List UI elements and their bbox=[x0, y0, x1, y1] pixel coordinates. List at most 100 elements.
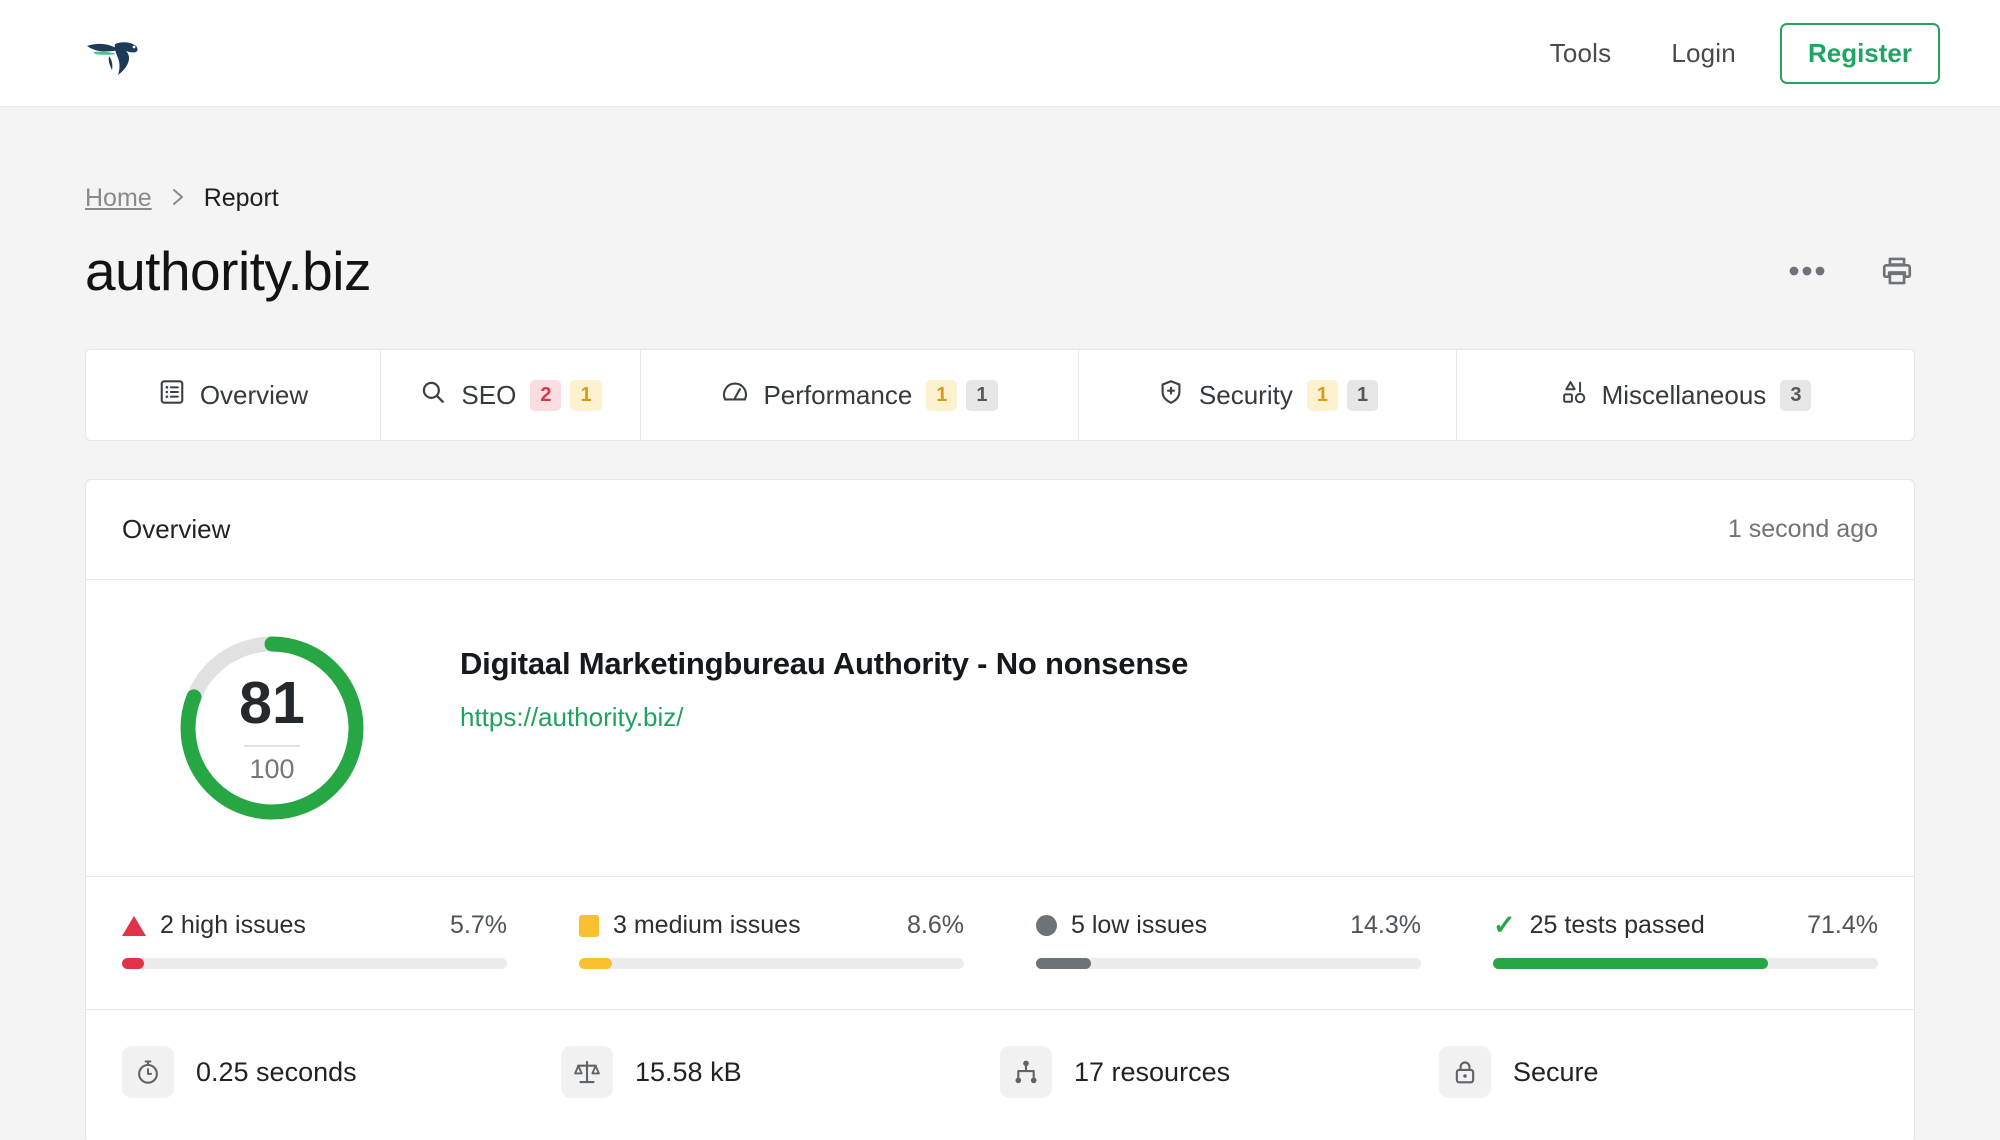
badge-high: 2 bbox=[530, 379, 562, 411]
tab-miscellaneous[interactable]: Miscellaneous 3 bbox=[1457, 350, 1914, 440]
score-center: 81 100 bbox=[174, 630, 370, 826]
tab-label: Miscellaneous bbox=[1601, 379, 1767, 410]
issue-label: 3 medium issues bbox=[613, 911, 801, 939]
issue-percent: 71.4% bbox=[1807, 911, 1878, 939]
issue-progress-fill bbox=[579, 958, 613, 969]
issue-top: ✓ 25 tests passed 71.4% bbox=[1493, 911, 1878, 940]
print-icon[interactable] bbox=[1879, 254, 1915, 288]
chevron-right-icon bbox=[170, 185, 186, 213]
issues-summary-row: 2 high issues 5.7% 3 medium issues 8.6% bbox=[86, 877, 1914, 1010]
score-section: 81 100 Digitaal Marketingbureau Authorit… bbox=[86, 580, 1914, 877]
square-icon bbox=[579, 914, 599, 937]
nav-link-login[interactable]: Login bbox=[1641, 38, 1766, 69]
tab-badges: 1 1 bbox=[926, 379, 998, 411]
tab-seo[interactable]: SEO 2 1 bbox=[381, 350, 641, 440]
stat-label: 0.25 seconds bbox=[196, 1056, 357, 1087]
issue-percent: 8.6% bbox=[907, 911, 964, 939]
site-title: Digitaal Marketingbureau Authority - No … bbox=[460, 646, 1189, 681]
shapes-icon bbox=[1560, 378, 1588, 413]
tab-label: SEO bbox=[461, 379, 517, 410]
tab-security[interactable]: Security 1 1 bbox=[1079, 350, 1457, 440]
lock-icon bbox=[1439, 1046, 1491, 1098]
tab-label: Security bbox=[1198, 379, 1293, 410]
issue-top: 2 high issues 5.7% bbox=[122, 911, 507, 940]
issue-label: 2 high issues bbox=[160, 911, 306, 939]
report-page: Tools Login Register Home Report authori… bbox=[0, 0, 2000, 1140]
issue-label: 5 low issues bbox=[1071, 911, 1208, 939]
issue-low: 5 low issues 14.3% bbox=[1036, 911, 1493, 969]
breadcrumb: Home Report bbox=[85, 184, 1915, 213]
title-row: authority.biz bbox=[85, 239, 1915, 303]
stats-row: 0.25 seconds 15.58 kB 17 resources Secur… bbox=[86, 1010, 1914, 1140]
triangle-icon bbox=[122, 915, 146, 936]
sitemap-icon bbox=[1000, 1046, 1052, 1098]
title-actions bbox=[1789, 254, 1915, 288]
gauge-icon bbox=[721, 378, 749, 413]
list-icon bbox=[158, 378, 186, 413]
tab-badges: 3 bbox=[1780, 379, 1812, 411]
register-button[interactable]: Register bbox=[1779, 22, 1940, 84]
issue-progress-fill bbox=[1493, 958, 1768, 969]
issue-top: 3 medium issues 8.6% bbox=[579, 911, 964, 940]
stat-load-time: 0.25 seconds bbox=[122, 1046, 561, 1098]
breadcrumb-current: Report bbox=[203, 184, 279, 212]
page-title: authority.biz bbox=[85, 240, 371, 302]
score-divider bbox=[244, 744, 300, 747]
issue-progress-fill bbox=[122, 958, 144, 969]
issue-progress-track bbox=[1493, 958, 1878, 969]
score-gauge-wrap: 81 100 bbox=[122, 624, 422, 826]
top-navigation-bar: Tools Login Register bbox=[0, 0, 2000, 107]
site-url-link[interactable]: https://authority.biz/ bbox=[460, 702, 1188, 733]
stat-page-size: 15.58 kB bbox=[561, 1046, 1000, 1098]
more-options-icon[interactable] bbox=[1789, 266, 1825, 276]
issue-percent: 14.3% bbox=[1350, 911, 1421, 939]
scan-timestamp: 1 second ago bbox=[1727, 515, 1878, 543]
stat-label: 15.58 kB bbox=[635, 1056, 742, 1087]
stat-label: Secure bbox=[1513, 1056, 1599, 1087]
issue-label: 25 tests passed bbox=[1529, 911, 1705, 939]
badge-low: 1 bbox=[1346, 379, 1379, 411]
issue-top: 5 low issues 14.3% bbox=[1036, 911, 1421, 940]
tab-badges: 2 1 bbox=[530, 379, 602, 411]
issue-progress-track bbox=[579, 958, 964, 969]
overview-card-header: Overview 1 second ago bbox=[86, 480, 1914, 580]
issue-progress-track bbox=[1036, 958, 1421, 969]
score-value: 81 bbox=[239, 669, 305, 736]
issue-percent: 5.7% bbox=[450, 911, 507, 939]
report-tabs: Overview SEO 2 1 Performance 1 1 Securit… bbox=[85, 349, 1915, 441]
issue-passed: ✓ 25 tests passed 71.4% bbox=[1493, 911, 1878, 969]
scales-icon bbox=[561, 1046, 613, 1098]
stat-label: 17 resources bbox=[1074, 1056, 1231, 1087]
tab-label: Performance bbox=[763, 379, 913, 410]
circle-icon bbox=[1036, 915, 1057, 936]
check-icon: ✓ bbox=[1493, 910, 1516, 940]
issue-progress-track bbox=[122, 958, 507, 969]
nav-links: Tools Login Register bbox=[1520, 22, 1940, 84]
shield-icon bbox=[1157, 378, 1185, 413]
stopwatch-icon bbox=[122, 1046, 174, 1098]
badge-medium: 1 bbox=[1306, 379, 1338, 411]
issue-medium: 3 medium issues 8.6% bbox=[579, 911, 1036, 969]
falcon-logo[interactable] bbox=[85, 30, 151, 76]
score-gauge: 81 100 bbox=[174, 630, 370, 826]
nav-link-tools[interactable]: Tools bbox=[1520, 38, 1642, 69]
issue-progress-fill bbox=[1036, 958, 1092, 969]
stat-resources: 17 resources bbox=[1000, 1046, 1439, 1098]
tab-label: Overview bbox=[199, 379, 309, 410]
search-icon bbox=[419, 378, 447, 413]
score-max: 100 bbox=[249, 753, 295, 784]
panel-title: Overview bbox=[122, 514, 231, 544]
badge-low: 3 bbox=[1780, 379, 1812, 411]
site-meta: Digitaal Marketingbureau Authority - No … bbox=[422, 624, 1188, 826]
tab-performance[interactable]: Performance 1 1 bbox=[641, 350, 1079, 440]
badge-low: 1 bbox=[966, 379, 998, 411]
issue-high: 2 high issues 5.7% bbox=[122, 911, 579, 969]
tab-badges: 1 1 bbox=[1306, 379, 1379, 411]
stat-secure: Secure bbox=[1439, 1046, 1878, 1098]
badge-medium: 1 bbox=[926, 379, 958, 411]
tab-overview[interactable]: Overview bbox=[86, 350, 381, 440]
badge-medium: 1 bbox=[570, 379, 602, 411]
page-content: Home Report authority.biz Overview SEO 2… bbox=[0, 184, 2000, 1140]
overview-card: Overview 1 second ago 81 100 Digitaal Ma… bbox=[85, 479, 1915, 1140]
breadcrumb-home[interactable]: Home bbox=[85, 184, 152, 213]
